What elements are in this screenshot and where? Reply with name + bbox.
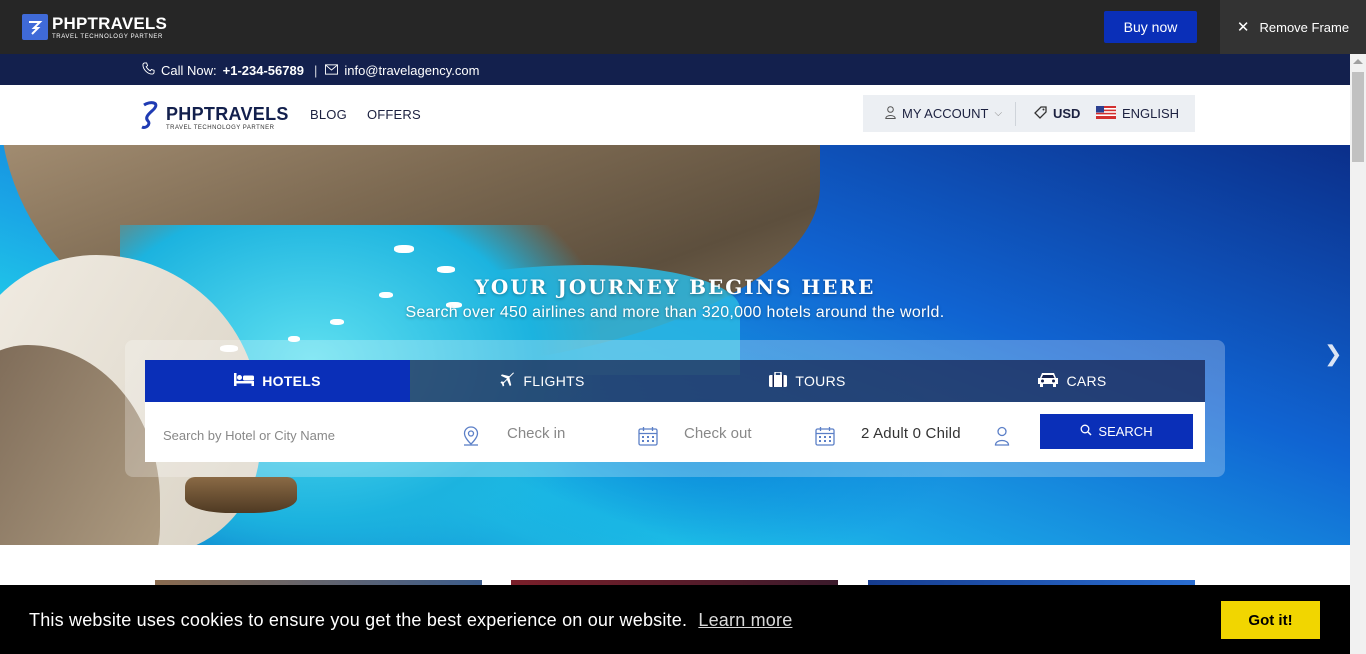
contact-separator: | [313,62,318,78]
frame-logo-name: PHPTRAVELS [52,13,168,33]
hero-banner: YOUR JOURNEY BEGINS HERE Search over 450… [0,145,1350,545]
scroll-up-arrow-icon[interactable] [1353,59,1363,64]
boat-image [437,266,455,273]
my-account-label: MY ACCOUNT [902,106,989,121]
nav-blog[interactable]: BLOG [310,107,347,122]
email-address[interactable]: info@travelagency.com [344,63,479,78]
chevron-right-icon[interactable]: ❯ [1324,341,1342,367]
page-scrollbar[interactable] [1350,54,1366,654]
logo-mark-icon [22,14,48,40]
close-icon: ✕ [1236,19,1250,36]
car-icon [1038,372,1059,390]
hero-subtitle: Search over 450 airlines and more than 3… [405,304,945,321]
suitcase-icon [769,371,788,390]
user-icon [885,105,896,122]
account-toolbar: MY ACCOUNT ⌵ USD ENGLISH [863,95,1195,132]
ship-image [185,477,297,513]
currency-label: USD [1053,106,1081,121]
hotel-search-form: Search by Hotel or City Name Check in Ch… [145,402,1205,462]
cookie-message-line: This website uses cookies to ensure you … [29,610,792,631]
tab-cars[interactable]: CARS [940,360,1205,402]
tab-hotels[interactable]: HOTELS [145,360,410,402]
contact-bar: Call Now: +1-234-56789 | info@travelagen… [0,54,1350,85]
guests-selector[interactable]: 2 Adult 0 Child [861,425,961,442]
tab-hotels-label: HOTELS [262,373,321,389]
nav-offers[interactable]: OFFERS [367,107,421,122]
bed-icon [234,373,255,389]
tab-tours-label: TOURS [795,373,846,389]
calendar-icon [638,426,658,451]
tag-icon [1034,105,1047,122]
search-tabs: HOTELS FLIGHTS TOURS CARS [145,360,1205,402]
plane-icon [500,372,515,390]
search-panel: HOTELS FLIGHTS TOURS CARS Search by Hote… [125,340,1225,477]
learn-more-link[interactable]: Learn more [698,610,792,630]
search-button-label: SEARCH [1098,424,1153,439]
checkout-input[interactable]: Check out [684,425,752,442]
boat-image [394,245,414,253]
scrollbar-thumb[interactable] [1352,72,1364,162]
tab-tours[interactable]: TOURS [675,360,940,402]
currency-selector[interactable]: USD [1016,105,1096,122]
hero-title: YOUR JOURNEY BEGINS HERE [474,275,876,299]
tab-flights[interactable]: FLIGHTS [410,360,675,402]
language-label: ENGLISH [1122,106,1180,121]
search-icon [1080,424,1092,439]
phone-icon [142,62,155,78]
cookie-message: This website uses cookies to ensure you … [29,610,688,630]
logo-mark-icon [138,99,164,136]
main-nav: BLOG OFFERS [310,107,421,122]
email-icon [325,63,339,78]
frame-logo-tagline: TRAVEL TECHNOLOGY PARTNER [52,33,163,40]
language-selector[interactable]: ENGLISH [1096,105,1180,122]
my-account-dropdown[interactable]: MY ACCOUNT ⌵ [863,105,1015,122]
frame-logo[interactable]: PHPTRAVELS TRAVEL TECHNOLOGY PARTNER [22,14,167,40]
us-flag-icon [1096,105,1116,122]
location-pin-icon [463,426,479,451]
cookie-banner: This website uses cookies to ensure you … [0,585,1350,654]
buy-now-button[interactable]: Buy now [1104,11,1197,43]
checkin-input[interactable]: Check in [507,425,565,442]
remove-frame-button[interactable]: ✕ Remove Frame [1220,0,1366,54]
site-logo-tagline: TRAVEL TECHNOLOGY PARTNER [166,124,275,131]
cookie-accept-button[interactable]: Got it! [1221,601,1320,639]
call-label: Call Now: [161,62,217,78]
site-logo[interactable]: PHPTRAVELS TRAVEL TECHNOLOGY PARTNER [138,99,289,136]
search-button[interactable]: SEARCH [1040,414,1193,449]
user-icon [994,426,1010,451]
phone-number[interactable]: +1-234-56789 [223,63,304,78]
tab-flights-label: FLIGHTS [523,373,585,389]
site-header: PHPTRAVELS TRAVEL TECHNOLOGY PARTNER BLO… [0,85,1350,145]
chevron-down-icon: ⌵ [994,108,1003,119]
demo-frame-bar: PHPTRAVELS TRAVEL TECHNOLOGY PARTNER Buy… [0,0,1366,54]
tab-cars-label: CARS [1066,373,1107,389]
city-search-input[interactable]: Search by Hotel or City Name [163,428,335,443]
site-logo-name: PHPTRAVELS [166,103,289,124]
remove-frame-label: Remove Frame [1259,19,1350,35]
calendar-icon [815,426,835,451]
